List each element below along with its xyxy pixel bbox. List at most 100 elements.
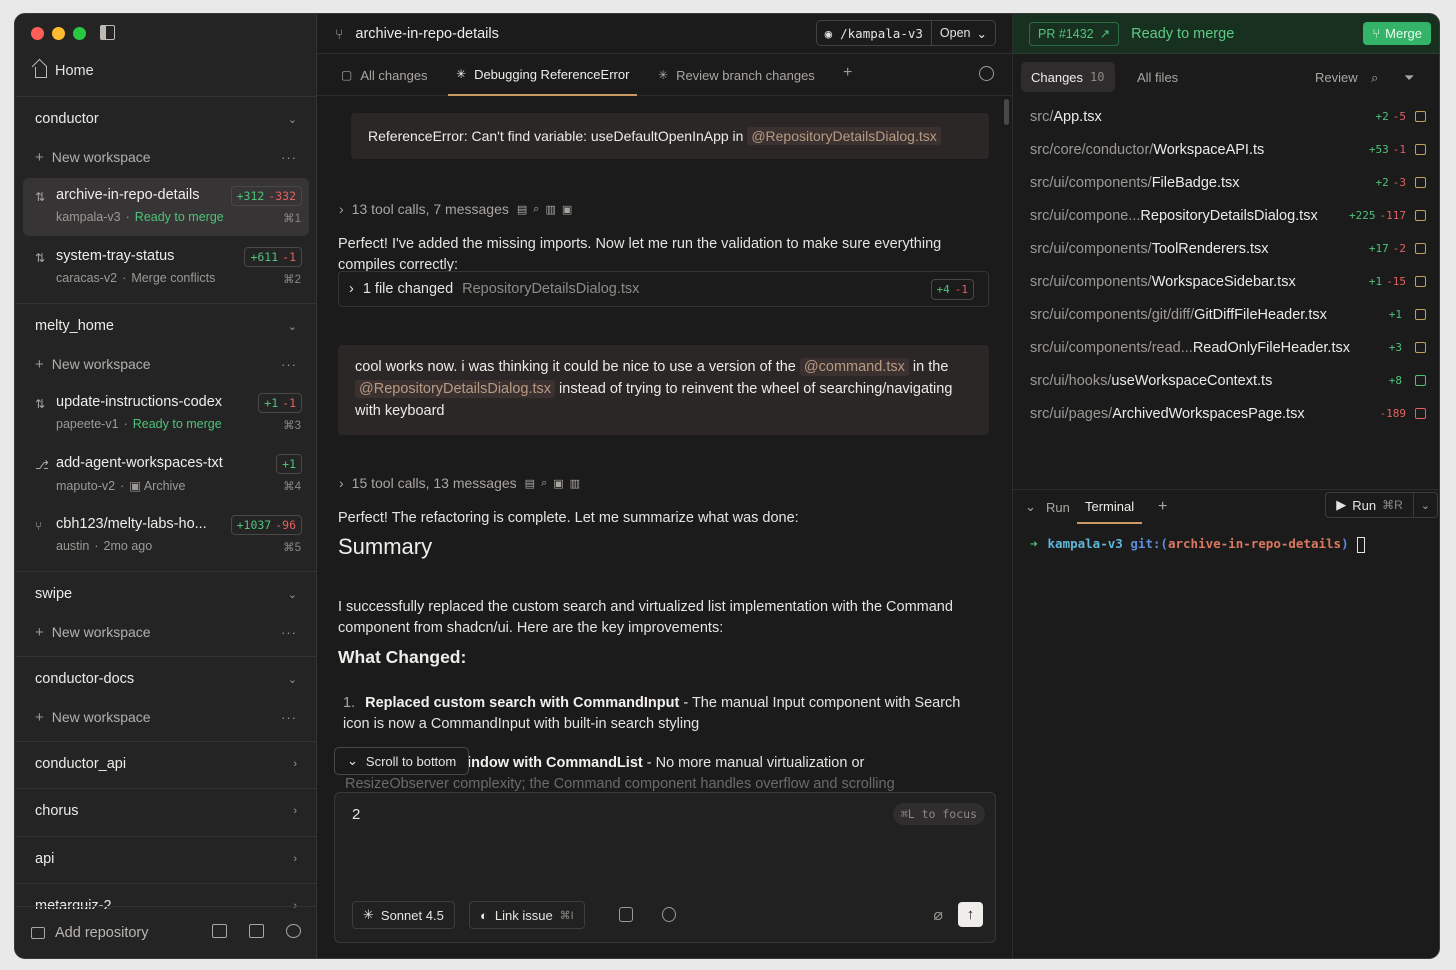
tab-review-branch[interactable]: ✳ Review branch changes xyxy=(658,54,815,96)
changed-file-row[interactable]: src/ui/components/ToolRenderers.tsx +17 -2 xyxy=(1013,232,1439,265)
merge-button[interactable]: ⑂ Merge xyxy=(1363,22,1431,45)
new-tab-button[interactable]: + xyxy=(843,64,852,82)
search-icon[interactable]: ⌕ xyxy=(1371,70,1378,86)
workspace-item[interactable]: ⇅ update-instructions-codex +1 -1 papeete… xyxy=(23,385,309,443)
link-issue-button[interactable]: ◐ Link issue ⌘I xyxy=(469,901,585,929)
collapse-icon[interactable]: ⌄ xyxy=(1025,490,1036,524)
more-icon[interactable]: ··· xyxy=(281,710,297,725)
more-icon[interactable]: ··· xyxy=(281,150,297,165)
tab-run[interactable]: Run xyxy=(1046,490,1070,524)
paperclip-icon[interactable]: ⌀ xyxy=(933,905,943,925)
changed-file-row[interactable]: src/ui/compone... RepositoryDetailsDialo… xyxy=(1013,199,1439,232)
tab-all-changes[interactable]: ▢ All changes xyxy=(341,54,428,96)
workspace-item[interactable]: ⇅ archive-in-repo-details +312 -332 kampa… xyxy=(23,178,309,236)
toggle-left-panel-icon[interactable] xyxy=(100,25,115,40)
merge-icon: ⑂ xyxy=(1372,26,1381,41)
brain-icon[interactable] xyxy=(662,907,676,922)
repo-header[interactable]: swipe ⌄ xyxy=(15,572,317,616)
changed-file-row[interactable]: src/ui/hooks/useWorkspaceContext.ts +8 xyxy=(1013,364,1439,397)
tool-calls-toggle[interactable]: › 13 tool calls, 7 messages ▤ ⌕ ▥ ▣ xyxy=(339,201,572,217)
history-icon[interactable] xyxy=(979,66,994,81)
more-icon[interactable]: ··· xyxy=(281,625,297,640)
repo-header[interactable]: conductor-docs ⌄ xyxy=(15,657,317,701)
archive-icon[interactable] xyxy=(212,924,227,938)
chat-icon[interactable] xyxy=(249,924,264,938)
maximize-window-button[interactable] xyxy=(73,27,86,40)
composer-input[interactable]: 2 xyxy=(352,806,360,823)
changed-file-row[interactable]: src/App.tsx +2 -5 xyxy=(1013,100,1439,133)
workspace-item[interactable]: ⎇ add-agent-workspaces-txt +1 maputo-v2 ·… xyxy=(23,446,309,504)
focus-hint: ⌘L to focus xyxy=(892,803,985,825)
repo-header[interactable]: conductor ⌄ xyxy=(15,97,317,141)
tab-all-files[interactable]: All files xyxy=(1127,62,1188,92)
diff-badge: +1 xyxy=(276,454,302,474)
scroll-to-bottom-button[interactable]: ⌄ Scroll to bottom xyxy=(334,747,470,775)
close-window-button[interactable] xyxy=(31,27,44,40)
scrollbar[interactable] xyxy=(1004,99,1009,125)
chat-panel: ⑂ archive-in-repo-details ◉ /kampala-v3 O… xyxy=(317,14,1012,958)
workspace-title: update-instructions-codex xyxy=(56,394,223,410)
chat-header: ⑂ archive-in-repo-details ◉ /kampala-v3 O… xyxy=(317,14,1012,54)
plus-icon: + xyxy=(35,355,44,373)
model-selector[interactable]: ✳ Sonnet 4.5 xyxy=(352,901,455,929)
terminal-icon: ▣ xyxy=(561,203,573,216)
open-dropdown[interactable]: Open ⌄ xyxy=(932,26,995,41)
new-workspace-button[interactable]: + New workspace ··· xyxy=(15,348,317,380)
file-reference[interactable]: @RepositoryDetailsDialog.tsx xyxy=(747,127,941,145)
changed-file-row[interactable]: src/ui/components/read... ReadOnlyFileHe… xyxy=(1013,331,1439,364)
new-workspace-button[interactable]: + New workspace ··· xyxy=(15,701,317,733)
repo-header[interactable]: api › xyxy=(15,837,317,881)
send-button[interactable]: ↑ xyxy=(958,902,983,927)
new-workspace-label: New workspace xyxy=(51,708,151,725)
filter-icon[interactable]: ⏷ xyxy=(1404,70,1414,86)
clipboard-icon[interactable] xyxy=(619,907,633,922)
workspace-item[interactable]: ⇅ system-tray-status +611 -1 caracas-v2 · M… xyxy=(23,239,309,297)
pr-link[interactable]: PR #1432 ↗ xyxy=(1029,21,1120,46)
file-reference[interactable]: @command.tsx xyxy=(799,358,909,376)
run-button[interactable]: ▶ Run ⌘R ⌄ xyxy=(1325,492,1438,518)
app-window: Home conductor ⌄ + New workspace ··· ⇅ ar… xyxy=(14,13,1440,959)
terminal-prompt[interactable]: ➜ kampala-v3 git:(archive-in-repo-details… xyxy=(1030,536,1365,553)
repo-header[interactable]: conductor_api › xyxy=(15,742,317,786)
branch-icon: ⑂ xyxy=(335,25,344,42)
more-icon[interactable]: ··· xyxy=(281,357,297,372)
repo-header[interactable]: melty_home ⌄ xyxy=(15,304,317,348)
home-link[interactable]: Home xyxy=(35,63,94,79)
tab-debugging[interactable]: ✳ Debugging ReferenceError xyxy=(448,54,638,96)
branch-selector[interactable]: ◉ /kampala-v3 Open ⌄ xyxy=(815,20,996,46)
chevron-right-icon: › xyxy=(293,805,297,817)
chevron-down-icon[interactable]: ⌄ xyxy=(1414,499,1437,512)
new-workspace-button[interactable]: + New workspace ··· xyxy=(15,616,317,648)
workspace-subtitle: austin · 2mo ago xyxy=(56,539,153,553)
file-icon: ▤ xyxy=(516,203,528,216)
changed-file-row[interactable]: src/ui/components/WorkspaceSidebar.tsx +1… xyxy=(1013,265,1439,298)
file-dir: src/ui/hooks/ xyxy=(1030,372,1112,389)
changed-file-row[interactable]: src/ui/pages/ArchivedWorkspacesPage.tsx -… xyxy=(1013,397,1439,430)
repo-header[interactable]: chorus › xyxy=(15,789,317,833)
file-dir: src/ui/compone... xyxy=(1030,207,1141,224)
changed-file-row[interactable]: src/ui/components/FileBadge.tsx +2 -3 xyxy=(1013,166,1439,199)
tab-changes[interactable]: Changes 10 xyxy=(1021,62,1115,92)
workspace-title: add-agent-workspaces-txt xyxy=(56,455,223,471)
message-composer[interactable]: 2 ⌘L to focus ✳ Sonnet 4.5 ◐ Link issue … xyxy=(334,792,996,943)
minimize-window-button[interactable] xyxy=(52,27,65,40)
tab-terminal[interactable]: Terminal xyxy=(1077,490,1143,524)
file-reference[interactable]: @RepositoryDetailsDialog.tsx xyxy=(355,380,556,398)
gear-icon[interactable] xyxy=(286,924,301,938)
changed-files-list: src/App.tsx +2 -5 src/core/conductor/Worksp… xyxy=(1013,100,1439,430)
diff-stats: -189 xyxy=(1379,407,1407,420)
external-link-icon: ↗ xyxy=(1099,27,1111,41)
review-button[interactable]: Review xyxy=(1305,62,1368,92)
add-repository-button[interactable]: Add repository xyxy=(55,925,149,941)
changed-file-row[interactable]: src/core/conductor/WorkspaceAPI.ts +53 -1 xyxy=(1013,133,1439,166)
workspace-item[interactable]: ⑂ cbh123/melty-labs-ho... +1037 -96 austi… xyxy=(23,507,309,565)
file-status-icon xyxy=(1415,210,1426,221)
tool-calls-toggle[interactable]: › 15 tool calls, 13 messages ▤ ⌕ ▣ ▥ xyxy=(339,475,580,491)
file-changed-card[interactable]: › 1 file changed RepositoryDetailsDialog… xyxy=(338,271,989,307)
new-terminal-button[interactable]: + xyxy=(1158,490,1167,524)
terminal-cursor xyxy=(1356,536,1365,553)
new-workspace-button[interactable]: + New workspace ··· xyxy=(15,141,317,173)
changed-file-row[interactable]: src/ui/components/git/diff/GitDiffFileHe… xyxy=(1013,298,1439,331)
diff-stats: +2 -3 xyxy=(1375,176,1407,189)
repo-melty-home: melty_home ⌄ + New workspace ··· ⇅ update… xyxy=(15,304,317,565)
